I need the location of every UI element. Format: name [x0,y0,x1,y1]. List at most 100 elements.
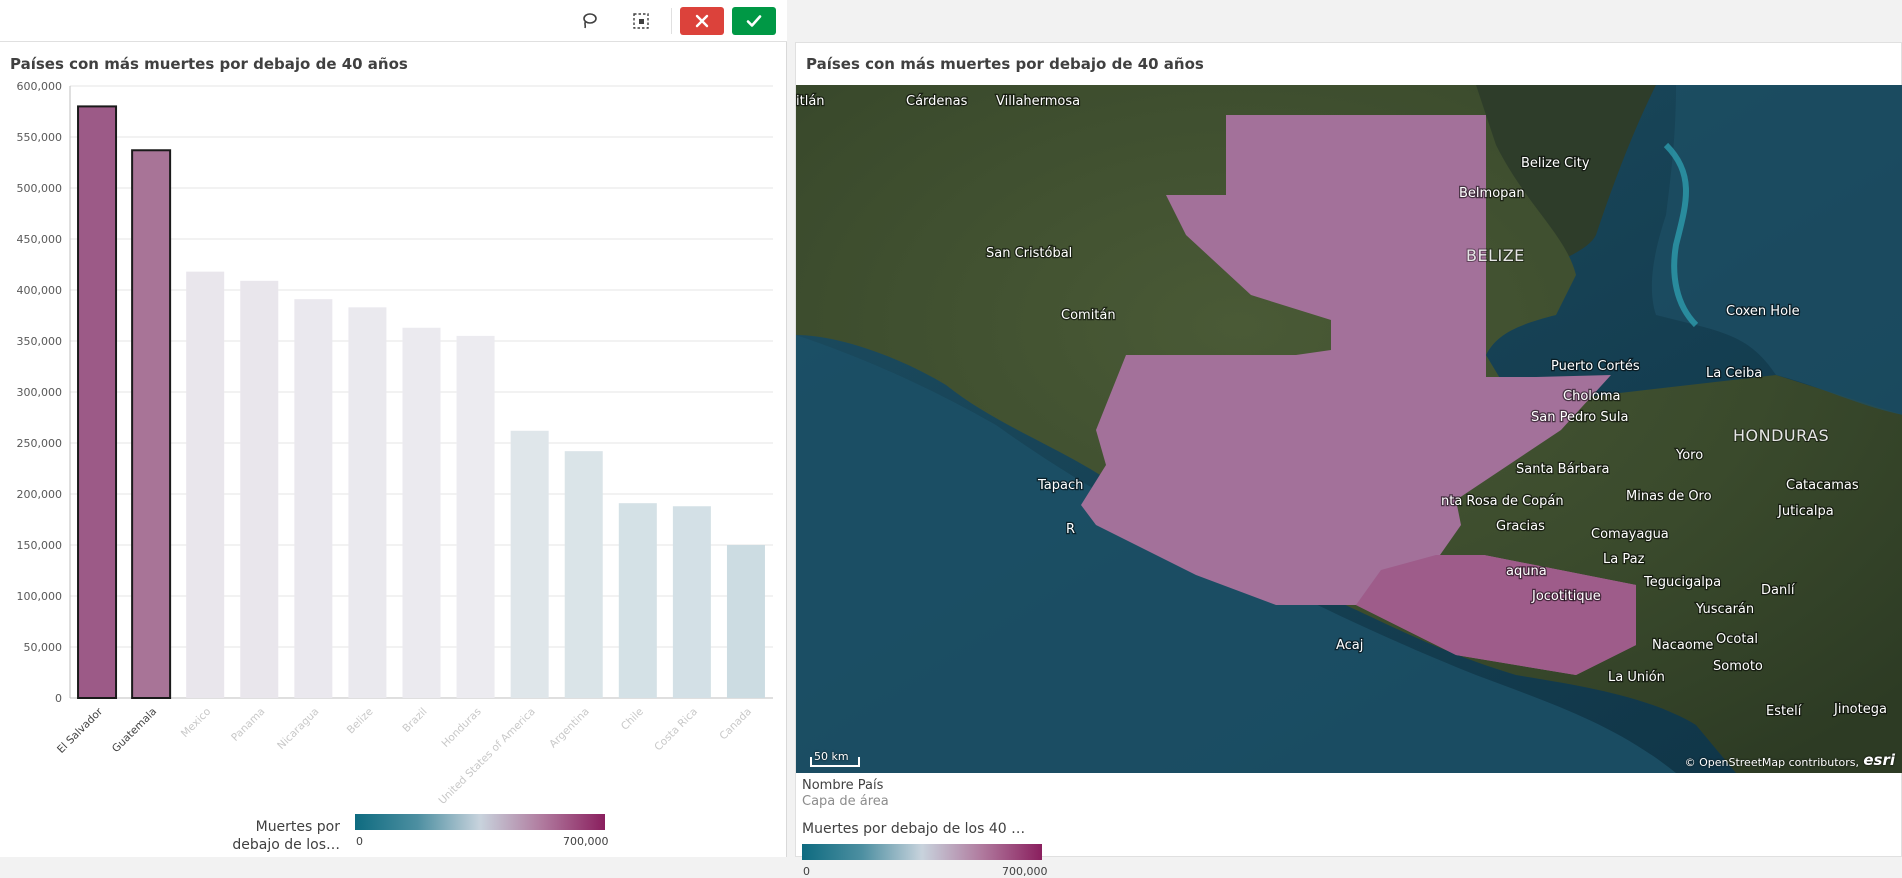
bar[interactable] [77,105,118,699]
y-tick-label: 200,000 [17,488,63,501]
bar[interactable] [672,506,711,698]
confirm-selection-button[interactable] [732,7,776,35]
city-label: nta Rosa de Copán [1441,494,1564,509]
city-label: Santa Bárbara [1516,462,1609,477]
city-label: La Unión [1608,670,1665,685]
x-tick-label[interactable]: El Salvador [55,705,106,756]
legend-layer-type: Capa de área [802,794,889,809]
bar[interactable] [456,335,495,698]
city-label: Tapach [1037,478,1083,493]
city-label: Belmopan [1459,186,1525,201]
city-label: Choloma [1563,389,1620,404]
legend-title-line2: debajo de los… [232,837,340,853]
map-canvas[interactable]: itlán Cárdenas Villahermosa Belize City Belm… [796,85,1902,773]
y-tick-label: 300,000 [17,386,63,399]
city-label: Jocotitique [1531,589,1601,604]
city-label: R [1066,522,1075,537]
selection-toolbar [0,0,787,42]
map-legend-max-label: 700,000 [1002,865,1048,878]
city-label: Acaj [1336,638,1363,653]
map-legend-min-label: 0 [803,865,810,878]
city-label: Minas de Oro [1626,489,1712,504]
y-tick-label: 150,000 [17,539,63,552]
city-label: Nacaome [1652,638,1713,653]
city-label: Yoro [1675,448,1703,463]
left-panel: Países con más muertes por debajo de 40 … [0,0,787,857]
map-attribution[interactable]: © OpenStreetMap contributors, [1685,756,1859,769]
x-tick-label[interactable]: Honduras [439,706,483,750]
bar-chart-color-legend: Muertes por debajo de los… 0 700,000 [230,812,610,857]
bar[interactable] [131,149,172,699]
map-legend: Nombre País Capa de área Muertes por deb… [802,778,1222,878]
bar[interactable] [618,503,657,698]
x-tick-label[interactable]: Canada [717,706,754,743]
x-tick-label[interactable]: Belize [345,706,376,737]
city-label: itlán [796,94,825,109]
city-label: San Pedro Sula [1531,410,1628,425]
bar-chart[interactable]: 0 50,000 100,000 150,000 200,000 250,000 300,0… [0,78,787,808]
city-label: Cárdenas [906,94,968,109]
city-label: aquna [1506,564,1547,579]
city-label: Puerto Cortés [1551,359,1640,374]
y-tick-label: 550,000 [17,131,63,144]
city-label: Yuscarán [1695,602,1754,617]
city-label: Estelí [1766,704,1802,719]
selection-icon [633,13,649,29]
y-tick-label: 450,000 [17,233,63,246]
y-tick-label: 100,000 [17,590,63,603]
lasso-icon [583,13,597,29]
x-tick-label[interactable]: Panama [229,706,267,744]
city-label: Coxen Hole [1726,304,1800,319]
city-label: Gracias [1496,519,1545,534]
bar[interactable] [348,307,387,698]
select-in-area-button[interactable] [626,6,656,36]
y-tick-label: 400,000 [17,284,63,297]
x-tick-label[interactable]: Mexico [179,706,213,740]
city-label: Danlí [1761,583,1795,598]
check-icon [746,15,762,27]
x-tick-label[interactable]: Argentina [547,706,592,751]
bar[interactable] [186,271,225,698]
bar[interactable] [240,280,279,698]
city-label: Juticalpa [1777,504,1834,519]
city-label: Tegucigalpa [1643,575,1721,590]
x-tick-label[interactable]: Guatemala [110,706,159,755]
x-tick-label[interactable]: Brazil [400,706,429,735]
bar[interactable] [402,327,441,698]
city-label: Belize City [1521,156,1590,171]
legend-max-label: 700,000 [563,835,609,848]
city-label: Comitán [1061,308,1116,323]
lasso-button[interactable] [574,6,604,36]
city-label: La Ceiba [1706,366,1762,381]
map-view[interactable]: itlán Cárdenas Villahermosa Belize City Belm… [796,85,1902,773]
x-tick-label[interactable]: Costa Rica [652,706,700,754]
legend-min-label: 0 [356,835,363,848]
city-label: Somoto [1713,659,1763,674]
city-label: Villahermosa [996,94,1080,109]
toolbar-divider [671,8,672,34]
city-label: Comayagua [1591,527,1669,542]
legend-title-line1: Muertes por [255,819,340,835]
bar[interactable] [564,451,603,698]
country-label: BELIZE [1466,246,1525,265]
color-gradient-bar [355,814,605,830]
x-tick-label[interactable]: United States of America [437,706,538,807]
cancel-selection-button[interactable] [680,7,724,35]
esri-logo: esri [1863,751,1895,769]
x-tick-label[interactable]: Nicaragua [275,706,321,752]
y-tick-label: 600,000 [17,80,63,93]
bar[interactable] [510,430,549,698]
city-label: Jinotega [1833,702,1887,717]
y-tick-label: 50,000 [24,641,63,654]
map-color-gradient-bar [802,844,1042,860]
right-panel: Países con más muertes por debajo de 40 … [795,42,1902,878]
y-tick-label: 500,000 [17,182,63,195]
x-tick-label[interactable]: Chile [619,706,646,733]
y-tick-label: 250,000 [17,437,63,450]
city-label: La Paz [1603,552,1645,567]
country-label: HONDURAS [1733,426,1829,445]
bar[interactable] [294,299,333,698]
map-title: Países con más muertes por debajo de 40 … [806,55,1204,73]
city-label: Catacamas [1786,478,1859,493]
bar[interactable] [726,545,765,698]
